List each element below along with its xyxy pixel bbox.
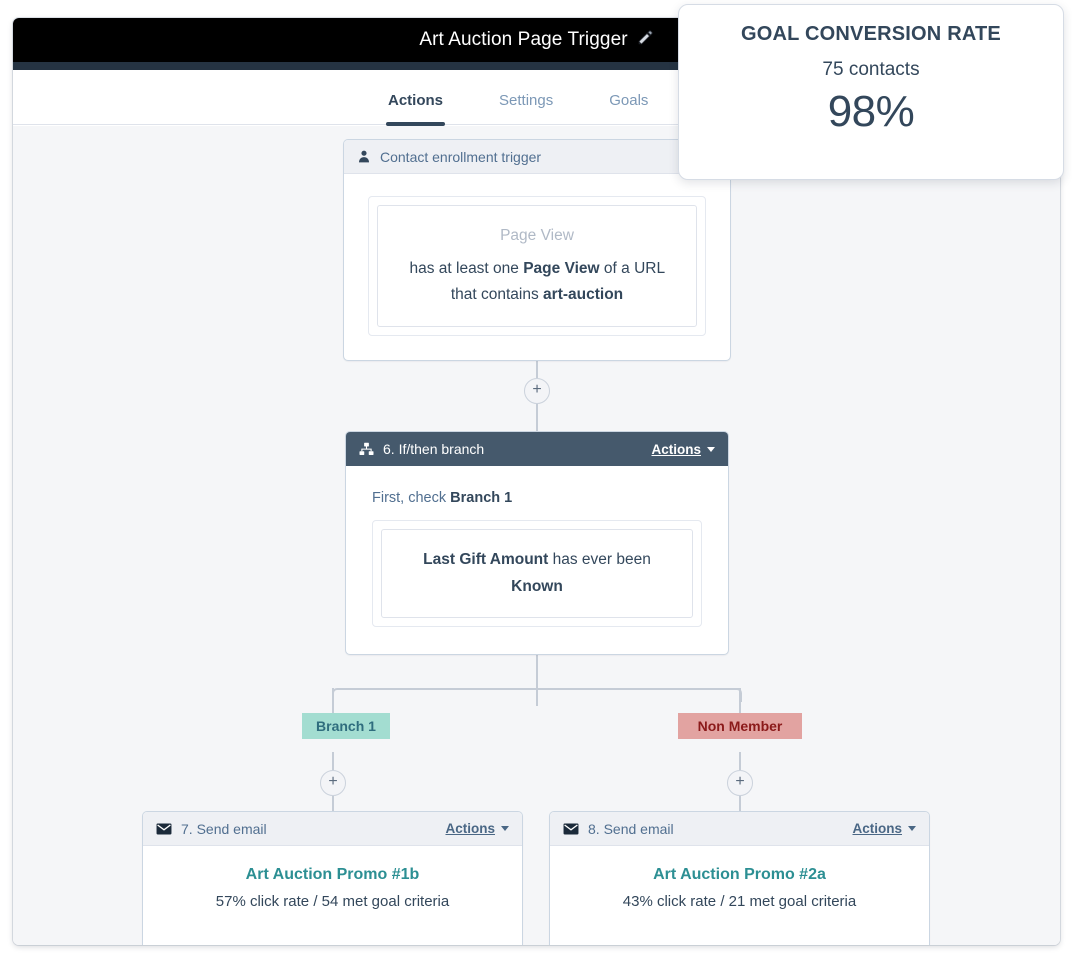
node-header: 8. Send email Actions (550, 812, 929, 846)
workflow-canvas[interactable]: Contact enrollment trigger Page View has… (13, 126, 1060, 945)
branch-criterion-property: Last Gift Amount (423, 551, 549, 568)
connector-corner (728, 688, 742, 702)
plus-icon: + (532, 381, 542, 398)
node-body: Page View has at least one Page View of … (344, 174, 730, 358)
node-actions-label: Actions (651, 441, 701, 457)
criterion-text-post: of a URL (599, 259, 665, 277)
branch-criterion-operator: has ever been (548, 551, 651, 568)
connector-line (536, 404, 538, 432)
connector-line (338, 688, 740, 690)
first-check-label: First, check Branch 1 (372, 490, 702, 506)
contact-icon (357, 149, 371, 164)
pencil-icon[interactable] (637, 29, 654, 51)
tab-goals[interactable]: Goals (581, 70, 676, 126)
first-check-prefix: First, check (372, 490, 451, 506)
criterion-inner-box: Last Gift Amount has ever been Known (381, 529, 693, 619)
branch-tag-non-member[interactable]: Non Member (678, 713, 802, 739)
node-body: First, check Branch 1 Last Gift Amount h… (346, 466, 728, 649)
node-actions-label: Actions (852, 821, 902, 836)
plus-icon: + (328, 773, 338, 790)
email-name[interactable]: Art Auction Promo #1b (161, 866, 504, 884)
criterion-inner-box: Page View has at least one Page View of … (377, 205, 697, 327)
branch-criterion-value: Known (511, 577, 563, 595)
connector-line (536, 360, 538, 378)
node-actions-menu[interactable]: Actions (852, 821, 916, 836)
tab-actions[interactable]: Actions (360, 70, 471, 126)
node-header: 7. Send email Actions (143, 812, 522, 846)
node-actions-label: Actions (445, 821, 495, 836)
email-stats: 43% click rate / 21 met goal criteria (622, 893, 857, 910)
node-actions-menu[interactable]: Actions (445, 821, 509, 836)
add-step-button-branch-1[interactable]: + (320, 770, 346, 796)
criterion-text-bold-1: Page View (523, 259, 600, 277)
node-header-title: Contact enrollment trigger (380, 148, 542, 165)
node-header: Contact enrollment trigger (344, 140, 730, 174)
connector-line (739, 752, 741, 770)
first-check-branch-name: Branch 1 (450, 490, 513, 506)
plus-icon: + (735, 773, 745, 790)
criterion-text-pre-2: that contains (450, 286, 544, 304)
goal-card-title: GOAL CONVERSION RATE (741, 23, 1001, 45)
criterion-text-bold-2: art-auction (543, 286, 624, 304)
goal-card-contacts: 75 contacts (822, 59, 920, 80)
criterion-type-label: Page View (500, 227, 574, 244)
node-header-title: 6. If/then branch (383, 441, 485, 457)
node-if-then-branch[interactable]: 6. If/then branch Actions First, check B… (345, 431, 729, 655)
goal-card-rate: 98% (827, 87, 915, 136)
node-contact-enrollment-trigger[interactable]: Contact enrollment trigger Page View has… (343, 139, 731, 361)
connector-corner (332, 688, 346, 702)
email-name[interactable]: Art Auction Promo #2a (568, 866, 911, 884)
node-send-email-7[interactable]: 7. Send email Actions Art Auction Promo … (142, 811, 523, 945)
node-body: Art Auction Promo #1b 57% click rate / 5… (143, 846, 522, 934)
goal-conversion-rate-card: GOAL CONVERSION RATE 75 contacts 98% (678, 4, 1064, 180)
tab-list: Actions Settings Goals (360, 70, 676, 126)
node-header-title: 7. Send email (181, 820, 267, 837)
node-header-title: 8. Send email (588, 820, 674, 837)
workflow-title: Art Auction Page Trigger (419, 29, 628, 50)
criterion-text-pre: has at least one (409, 259, 524, 277)
node-actions-menu[interactable]: Actions (651, 442, 715, 457)
criterion-outer-box: Page View has at least one Page View of … (368, 196, 706, 336)
email-stats: 57% click rate / 54 met goal criteria (215, 893, 450, 910)
criterion-outer-box: Last Gift Amount has ever been Known (372, 520, 702, 628)
email-icon (156, 823, 172, 835)
tab-settings[interactable]: Settings (471, 70, 581, 126)
chevron-down-icon (707, 446, 715, 452)
node-header: 6. If/then branch Actions (346, 432, 728, 466)
chevron-down-icon (501, 826, 509, 831)
add-step-button-1[interactable]: + (524, 378, 550, 404)
chevron-down-icon (908, 826, 916, 831)
branch-tag-branch-1[interactable]: Branch 1 (302, 713, 390, 739)
node-body: Art Auction Promo #2a 43% click rate / 2… (550, 846, 929, 934)
connector-line (332, 752, 334, 770)
connector-line (536, 654, 538, 706)
add-step-button-branch-2[interactable]: + (727, 770, 753, 796)
branch-icon (359, 442, 374, 457)
node-send-email-8[interactable]: 8. Send email Actions Art Auction Promo … (549, 811, 930, 945)
email-icon (563, 823, 579, 835)
